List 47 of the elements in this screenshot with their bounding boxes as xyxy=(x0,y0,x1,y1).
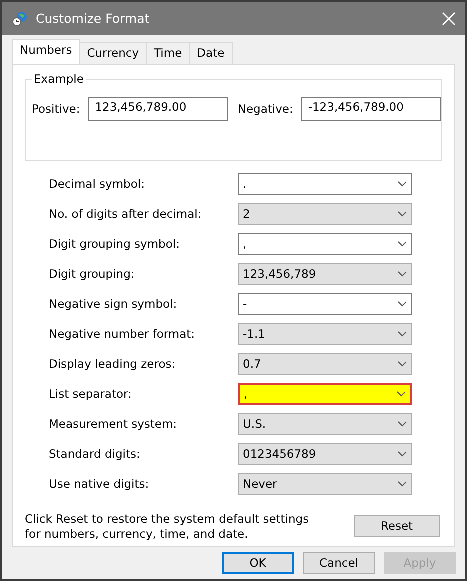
setting-label: Digit grouping: xyxy=(49,267,135,281)
positive-field[interactable]: 123,456,789.00 xyxy=(88,97,228,121)
setting-label: Negative sign symbol: xyxy=(49,297,178,311)
caret-icon xyxy=(398,181,407,187)
dropdown[interactable]: Never xyxy=(238,473,412,495)
dropdown[interactable]: U.S. xyxy=(238,413,412,435)
setting-label: Negative number format: xyxy=(49,327,196,341)
field-label: Positive: xyxy=(32,102,80,116)
negative-field[interactable]: -123,456,789.00 xyxy=(301,97,441,121)
setting-label: Display leading zeros: xyxy=(49,357,176,371)
reset-button[interactable]: Reset xyxy=(354,515,440,537)
dropdown[interactable]: 0.7 xyxy=(238,353,412,375)
setting-label: Digit grouping symbol: xyxy=(49,237,180,251)
caret-icon xyxy=(397,391,406,397)
caret-icon xyxy=(398,271,407,277)
setting-label: Use native digits: xyxy=(49,477,150,491)
dropdown[interactable]: 123,456,789 xyxy=(238,263,412,285)
dropdown[interactable]: 2 xyxy=(238,203,412,225)
dropdown[interactable]: -1.1 xyxy=(238,323,412,345)
caret-icon xyxy=(398,421,407,427)
setting-label: No. of digits after decimal: xyxy=(49,207,202,221)
caret-icon xyxy=(398,451,407,457)
combo-box[interactable]: - xyxy=(238,293,412,315)
caret-icon xyxy=(398,361,407,367)
field-label: Negative: xyxy=(238,102,294,116)
caret-icon xyxy=(398,301,407,307)
dialog-button[interactable]: Cancel xyxy=(303,552,375,574)
setting-label: Measurement system: xyxy=(49,417,178,431)
setting-label: List separator: xyxy=(49,387,132,401)
tab[interactable]: Numbers xyxy=(12,39,80,64)
group-title: Example xyxy=(32,72,86,86)
dialog-button[interactable]: OK xyxy=(222,552,294,574)
tab[interactable]: Date xyxy=(189,42,233,64)
combo-box[interactable]: , xyxy=(238,233,412,255)
caret-icon xyxy=(398,211,407,217)
caret-icon xyxy=(398,481,407,487)
combo-box[interactable]: . xyxy=(238,173,412,195)
window-title: Customize Format xyxy=(36,11,151,26)
caret-icon xyxy=(398,331,407,337)
reset-note: Click Reset to restore the system default settings for numbers, currency, time, and date. xyxy=(25,512,310,542)
setting-label: Decimal symbol: xyxy=(49,177,145,191)
close-icon[interactable] xyxy=(441,10,457,26)
dropdown[interactable]: 0123456789 xyxy=(238,443,412,465)
setting-label: Standard digits: xyxy=(49,447,140,461)
caret-icon xyxy=(398,241,407,247)
globe-clock-icon xyxy=(12,10,28,26)
combo-box[interactable]: , xyxy=(238,383,412,405)
